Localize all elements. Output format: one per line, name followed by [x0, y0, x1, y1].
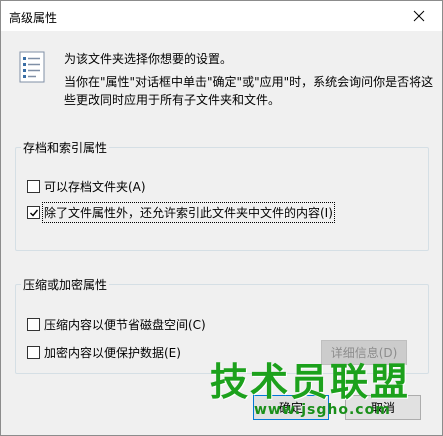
info-line-2: 当你在"属性"对话框中单击"确定"或"应用"时，系统会询问你是否将这 — [64, 75, 434, 89]
compress-checkbox[interactable] — [27, 318, 40, 331]
advanced-attributes-dialog: 高级属性 为该文件夹选择你想要的设置。 当你在"属性"对话框中单击"确定"或"应… — [0, 0, 443, 436]
details-button[interactable]: 详细信息(D) — [321, 340, 407, 365]
index-content-label: 除了文件属性外，还允许索引此文件夹中文件的内容(I) — [42, 202, 335, 223]
ok-button[interactable]: 确定 — [253, 395, 329, 420]
compress-encrypt-group-label: 压缩或加密属性 — [21, 276, 110, 293]
archive-index-group — [15, 147, 429, 251]
properties-list-icon — [19, 51, 45, 83]
encrypt-checkbox[interactable] — [27, 346, 40, 359]
checkmark-icon — [29, 209, 38, 217]
index-content-checkbox[interactable] — [27, 206, 40, 219]
title-bar: 高级属性 — [1, 1, 442, 31]
archive-index-group-label: 存档和索引属性 — [21, 139, 110, 156]
compress-option[interactable]: 压缩内容以便节省磁盘空间(C) — [27, 316, 206, 333]
cancel-button[interactable]: 取消 — [345, 395, 421, 420]
index-content-option[interactable]: 除了文件属性外，还允许索引此文件夹中文件的内容(I) — [27, 202, 335, 223]
close-icon — [413, 10, 425, 22]
archive-folder-checkbox[interactable] — [27, 180, 40, 193]
info-line-3: 些更改同时应用于所有子文件夹和文件。 — [64, 93, 281, 107]
archive-folder-option[interactable]: 可以存档文件夹(A) — [27, 178, 146, 195]
info-line-1: 为该文件夹选择你想要的设置。 — [64, 52, 233, 66]
encrypt-option[interactable]: 加密内容以便保护数据(E) — [27, 344, 181, 361]
close-button[interactable] — [396, 1, 442, 31]
compress-label: 压缩内容以便节省磁盘空间(C) — [44, 318, 206, 332]
window-title: 高级属性 — [9, 11, 58, 25]
encrypt-label: 加密内容以便保护数据(E) — [44, 346, 181, 360]
archive-folder-label: 可以存档文件夹(A) — [44, 180, 146, 194]
